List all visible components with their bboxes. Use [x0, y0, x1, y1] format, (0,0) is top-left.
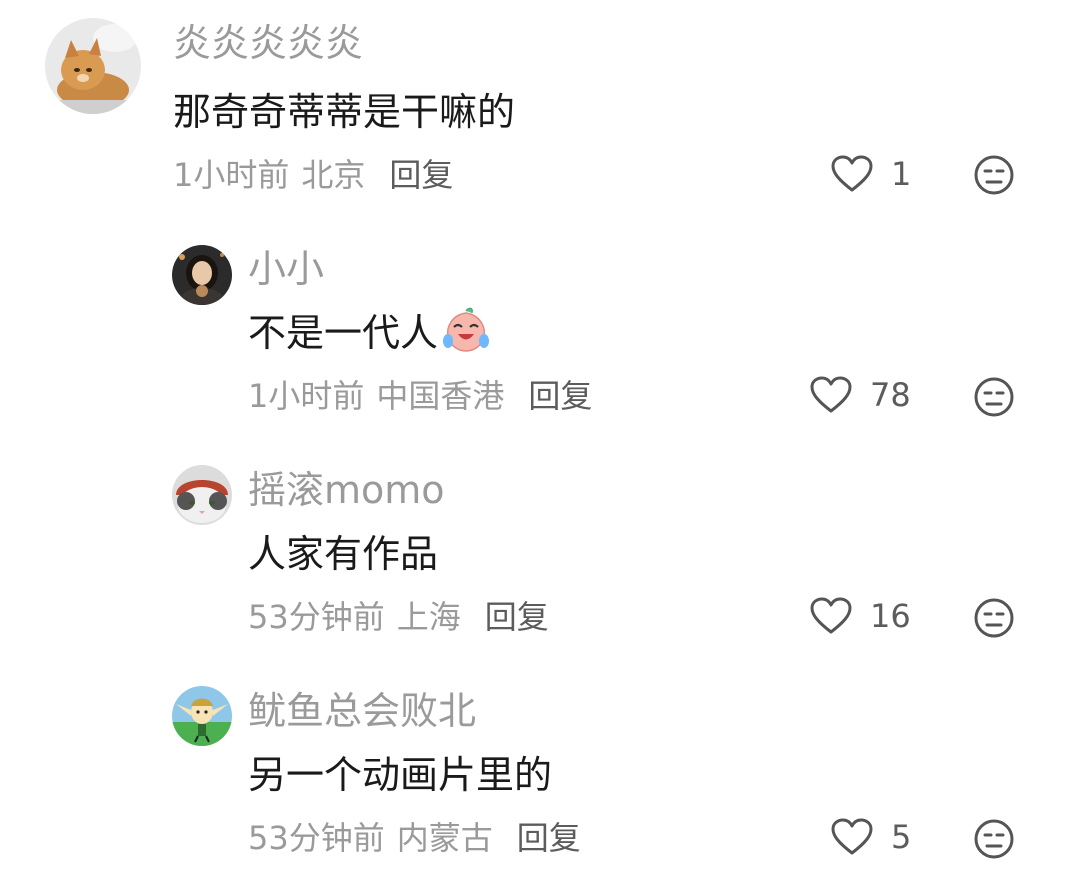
avatar[interactable]: [172, 245, 232, 305]
like-button[interactable]: 16: [810, 597, 911, 635]
like-button[interactable]: 1: [831, 155, 911, 193]
heart-icon: [831, 818, 873, 855]
comment-content[interactable]: 另一个动画片里的: [248, 756, 552, 794]
reply-button[interactable]: 回复: [528, 380, 592, 412]
comment-username[interactable]: 鱿鱼总会败北: [248, 692, 476, 730]
comment-time: 53分钟前: [248, 819, 385, 857]
reply-button[interactable]: 回复: [517, 822, 581, 854]
avatar[interactable]: [172, 686, 232, 746]
comment-item: 摇滚momo 人家有作品 53分钟前 上海 回复 16: [0, 440, 1080, 660]
heart-icon: [831, 155, 873, 192]
comment-item: 小小 不是一代人 1小时前 中国香港 回复 78: [0, 220, 1080, 440]
like-button[interactable]: 78: [810, 376, 911, 414]
woman-portrait-avatar-icon: [172, 245, 232, 305]
dislike-button[interactable]: [973, 597, 1015, 643]
comment-location: 上海: [396, 598, 461, 636]
reply-button[interactable]: 回复: [389, 159, 453, 191]
cat-with-red-hat-avatar-icon: [172, 465, 232, 525]
cartoon-elf-avatar-icon: [172, 686, 232, 746]
reply-button[interactable]: 回复: [485, 601, 549, 633]
avatar[interactable]: [45, 18, 141, 114]
meh-face-icon: [974, 598, 1014, 638]
comment-location: 北京: [301, 156, 366, 194]
heart-icon: [810, 376, 852, 413]
comment-username[interactable]: 摇滚momo: [248, 471, 445, 509]
comment-username[interactable]: 小小: [248, 250, 324, 288]
comment-meta: 53分钟前 内蒙古 回复: [248, 822, 581, 854]
comment-location: 内蒙古: [396, 819, 493, 857]
comment-content[interactable]: 人家有作品: [248, 535, 438, 573]
comment-username[interactable]: 炎炎炎炎炎: [173, 24, 363, 62]
meh-face-icon: [974, 377, 1014, 417]
like-button[interactable]: 5: [831, 818, 911, 856]
like-count: 78: [870, 376, 911, 414]
comment-item: 鱿鱼总会败北 另一个动画片里的 53分钟前 内蒙古 回复 5: [0, 660, 1080, 877]
comment-item: 炎炎炎炎炎 那奇奇蒂蒂是干嘛的 1小时前 北京 回复 1: [0, 0, 1080, 210]
like-count: 5: [891, 818, 912, 856]
comment-time: 1小时前: [248, 377, 365, 415]
heart-icon: [810, 597, 852, 634]
comment-meta: 1小时前 中国香港 回复: [248, 380, 592, 412]
avatar[interactable]: [172, 465, 232, 525]
comment-time: 53分钟前: [248, 598, 385, 636]
meh-face-icon: [974, 155, 1014, 195]
comment-location: 中国香港: [376, 377, 505, 415]
comment-time: 1小时前: [173, 156, 290, 194]
comment-meta: 53分钟前 上海 回复: [248, 601, 549, 633]
like-count: 16: [870, 597, 911, 635]
laugh-cry-emoji-icon: [442, 307, 490, 359]
dislike-button[interactable]: [973, 154, 1015, 200]
like-count: 1: [891, 155, 912, 193]
dislike-button[interactable]: [973, 818, 1015, 864]
dislike-button[interactable]: [973, 376, 1015, 422]
comment-content[interactable]: 不是一代人: [248, 307, 490, 359]
comment-meta: 1小时前 北京 回复: [173, 159, 453, 191]
meh-face-icon: [974, 819, 1014, 859]
orange-cat-avatar-icon: [45, 18, 141, 114]
comment-content[interactable]: 那奇奇蒂蒂是干嘛的: [173, 93, 515, 131]
comment-text: 不是一代人: [248, 311, 439, 355]
